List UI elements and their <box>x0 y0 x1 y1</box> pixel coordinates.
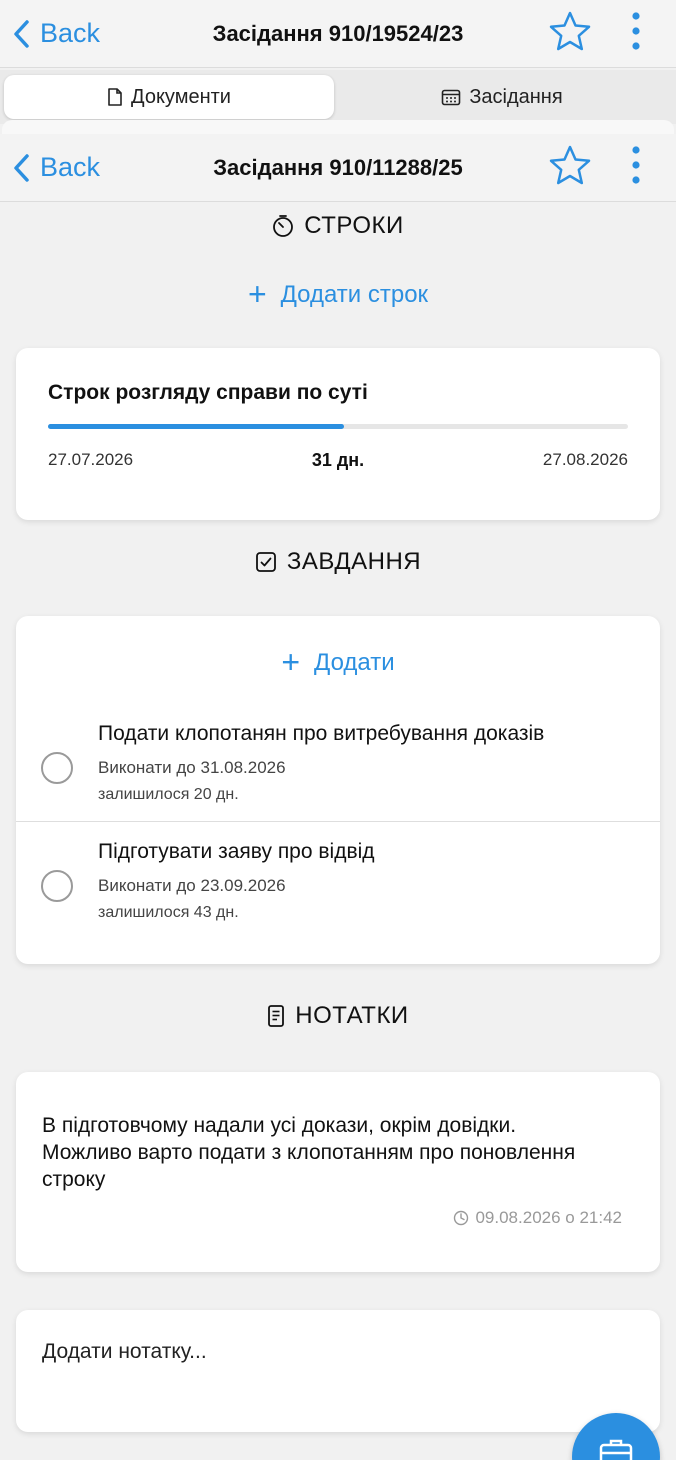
briefcase-icon <box>599 1439 633 1460</box>
note-timestamp-row: 09.08.2026 о 21:42 <box>453 1208 622 1228</box>
task-due-date: Виконати до 23.09.2026 <box>98 876 286 895</box>
add-note-card[interactable]: Додати нотатку... <box>16 1310 660 1432</box>
checkbox-icon <box>255 552 276 572</box>
task-title: Подати клопотанян про витребування доказ… <box>98 722 545 745</box>
tasks-card: + Додати Подати клопотанян про витребува… <box>16 616 660 964</box>
tab-documents-label: Документи <box>131 85 231 108</box>
calendar-icon <box>442 89 461 106</box>
task-remaining: залишилося 43 дн. <box>98 904 239 921</box>
deadline-end-date: 27.08.2026 <box>542 450 628 469</box>
tasks-heading: ЗАВДАННЯ <box>0 548 676 576</box>
tab-documents[interactable]: Документи <box>4 75 334 119</box>
notes-heading: НОТАТКИ <box>0 1002 676 1030</box>
favorite-button[interactable] <box>548 10 592 57</box>
plus-icon: + <box>247 276 267 312</box>
more-options-button[interactable] <box>626 11 646 56</box>
task-remaining: залишилося 20 дн. <box>98 786 239 803</box>
more-vertical-icon <box>632 146 640 184</box>
top-nav-bar: Back Засідання 910/19524/23 <box>0 0 676 68</box>
task-item[interactable]: Підготувати заяву про відвід Виконати до… <box>16 822 660 940</box>
note-timestamp: 09.08.2026 о 21:42 <box>475 1208 622 1227</box>
star-icon <box>549 145 591 185</box>
notes-heading-label: НОТАТКИ <box>295 1002 409 1029</box>
segmented-tabs: Документи Засідання <box>0 70 676 124</box>
tab-hearings-label: Засідання <box>469 85 563 108</box>
note-text: В підготовчому надали усі докази, окрім … <box>42 1114 576 1191</box>
note-icon <box>268 1005 285 1027</box>
inner-nav-bar: Back Засідання 910/11288/25 <box>0 134 676 202</box>
more-vertical-icon <box>632 12 640 50</box>
add-deadline-button[interactable]: + Додати строк <box>0 276 676 313</box>
add-note-input[interactable]: Додати нотатку... <box>42 1340 207 1364</box>
add-task-button[interactable]: + Додати <box>0 644 676 681</box>
deadline-progress-fill <box>48 424 344 429</box>
tab-hearings[interactable]: Засідання <box>334 75 670 119</box>
deadline-title: Строк розгляду справи по суті <box>48 381 368 404</box>
clock-icon <box>454 1210 469 1226</box>
add-task-label: Додати <box>314 648 395 676</box>
task-checkbox[interactable] <box>41 870 73 902</box>
deadlines-heading: СТРОКИ <box>0 212 676 240</box>
deadlines-heading-label: СТРОКИ <box>304 212 404 239</box>
tasks-heading-label: ЗАВДАННЯ <box>286 548 422 575</box>
task-title: Підготувати заяву про відвід <box>98 840 375 863</box>
deadline-card[interactable]: Строк розгляду справи по суті 27.07.2026… <box>16 348 660 520</box>
note-card[interactable]: В підготовчому надали усі докази, окрім … <box>16 1072 660 1272</box>
star-icon <box>549 11 591 51</box>
plus-icon: + <box>281 644 301 680</box>
add-deadline-label: Додати строк <box>280 280 429 308</box>
inner-favorite-button[interactable] <box>548 144 592 191</box>
task-item[interactable]: Подати клопотанян про витребування доказ… <box>16 704 660 822</box>
task-checkbox[interactable] <box>41 752 73 784</box>
timer-icon <box>273 215 294 237</box>
document-icon <box>108 88 122 106</box>
task-due-date: Виконати до 31.08.2026 <box>98 758 286 777</box>
inner-more-options-button[interactable] <box>626 145 646 190</box>
deadline-progress-bar <box>48 424 628 429</box>
